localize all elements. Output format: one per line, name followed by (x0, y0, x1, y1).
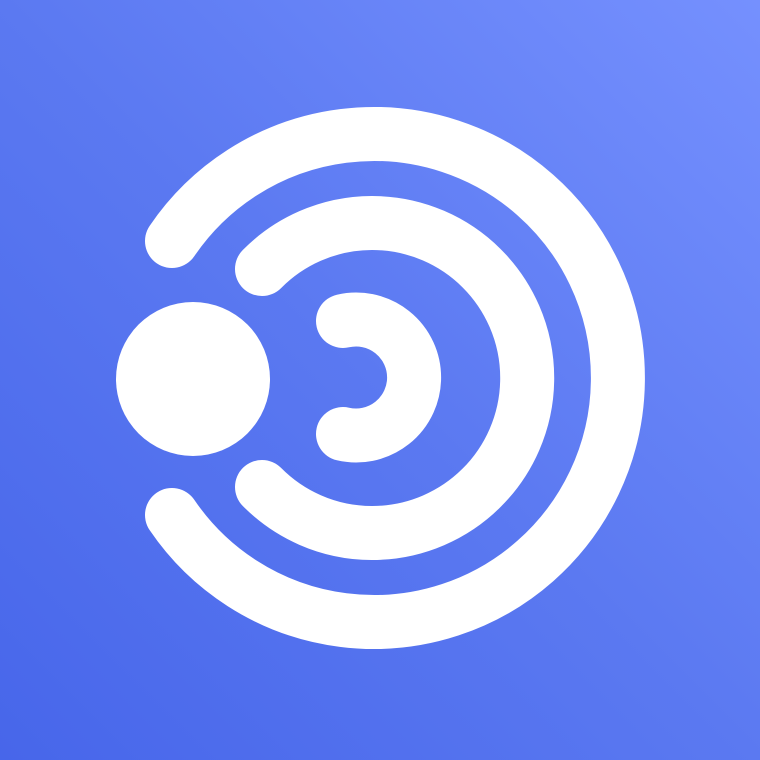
source-dot (116, 302, 270, 456)
inner-signal-arc (316, 292, 442, 463)
app-icon (0, 0, 760, 760)
signal-broadcast-logo-icon (116, 107, 645, 649)
